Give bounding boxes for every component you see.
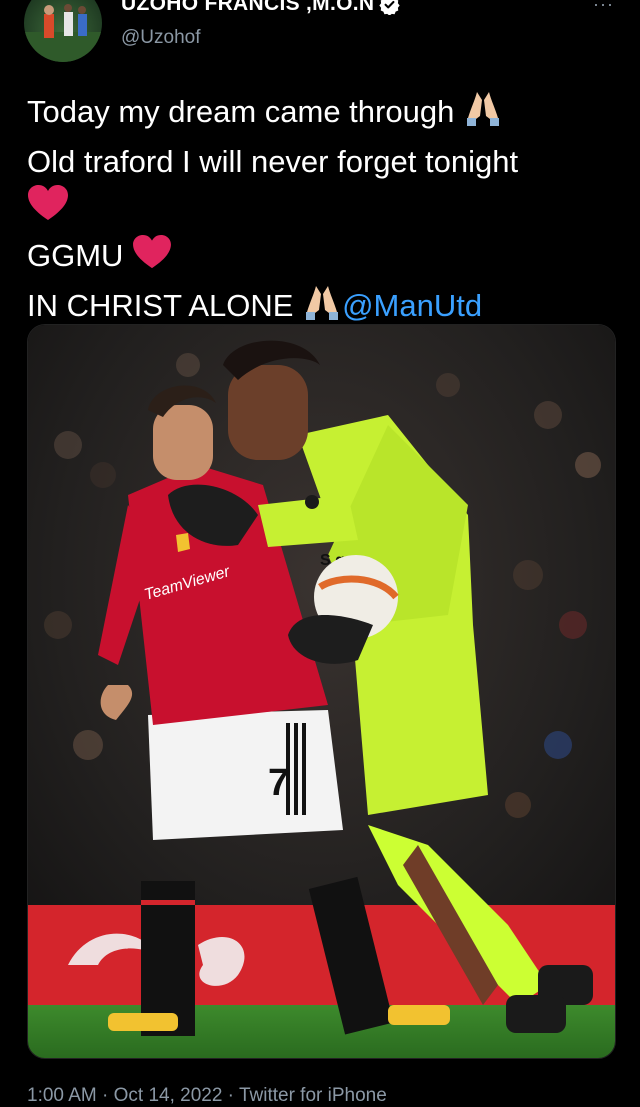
ggmu-text: GGMU [27, 238, 124, 274]
author-avatar[interactable] [24, 0, 102, 62]
tweet-header: UZOHO FRANCIS ,M.O.N @Uzohof ··· [0, 0, 640, 70]
author-name-text: UZOHO FRANCIS ,M.O.N [121, 0, 375, 15]
tweet-line-4: GGMU [27, 234, 617, 282]
in-christ-alone-text: IN CHRIST ALONE [27, 288, 294, 324]
author-handle[interactable]: @Uzohof [121, 27, 201, 49]
tweet-footer: 1:00 AM · Oct 14, 2022 · Twitter for iPh… [27, 1085, 387, 1107]
verified-badge-icon [379, 0, 400, 16]
tweet-time[interactable]: 1:00 AM [27, 1085, 97, 1106]
mention-link[interactable]: @ManUtd [342, 288, 482, 323]
tweet-photo[interactable]: 7 TeamViewer S.gr [27, 324, 616, 1059]
tweet-line-2: Old traford I will never forget tonight [27, 144, 519, 179]
tweet-date[interactable]: Oct 14, 2022 [114, 1085, 223, 1106]
tweet-line-3 [27, 184, 617, 234]
praying-hands-icon [463, 88, 503, 140]
shirt-number: 7 [268, 762, 289, 804]
tweet-text: Today my dream came through Old traford … [27, 88, 617, 334]
tweet-line-1-text: Today my dream came through [27, 94, 455, 130]
footer-separator: · [222, 1085, 239, 1106]
heart-icon [132, 234, 172, 282]
author-display-name[interactable]: UZOHO FRANCIS ,M.O.N [121, 0, 400, 16]
heart-icon [27, 184, 69, 234]
more-options-icon[interactable]: ··· [593, 0, 614, 15]
tweet-line-1: Today my dream came through [27, 88, 617, 140]
footer-separator: · [96, 1085, 114, 1106]
tweet-source[interactable]: Twitter for iPhone [239, 1085, 387, 1106]
